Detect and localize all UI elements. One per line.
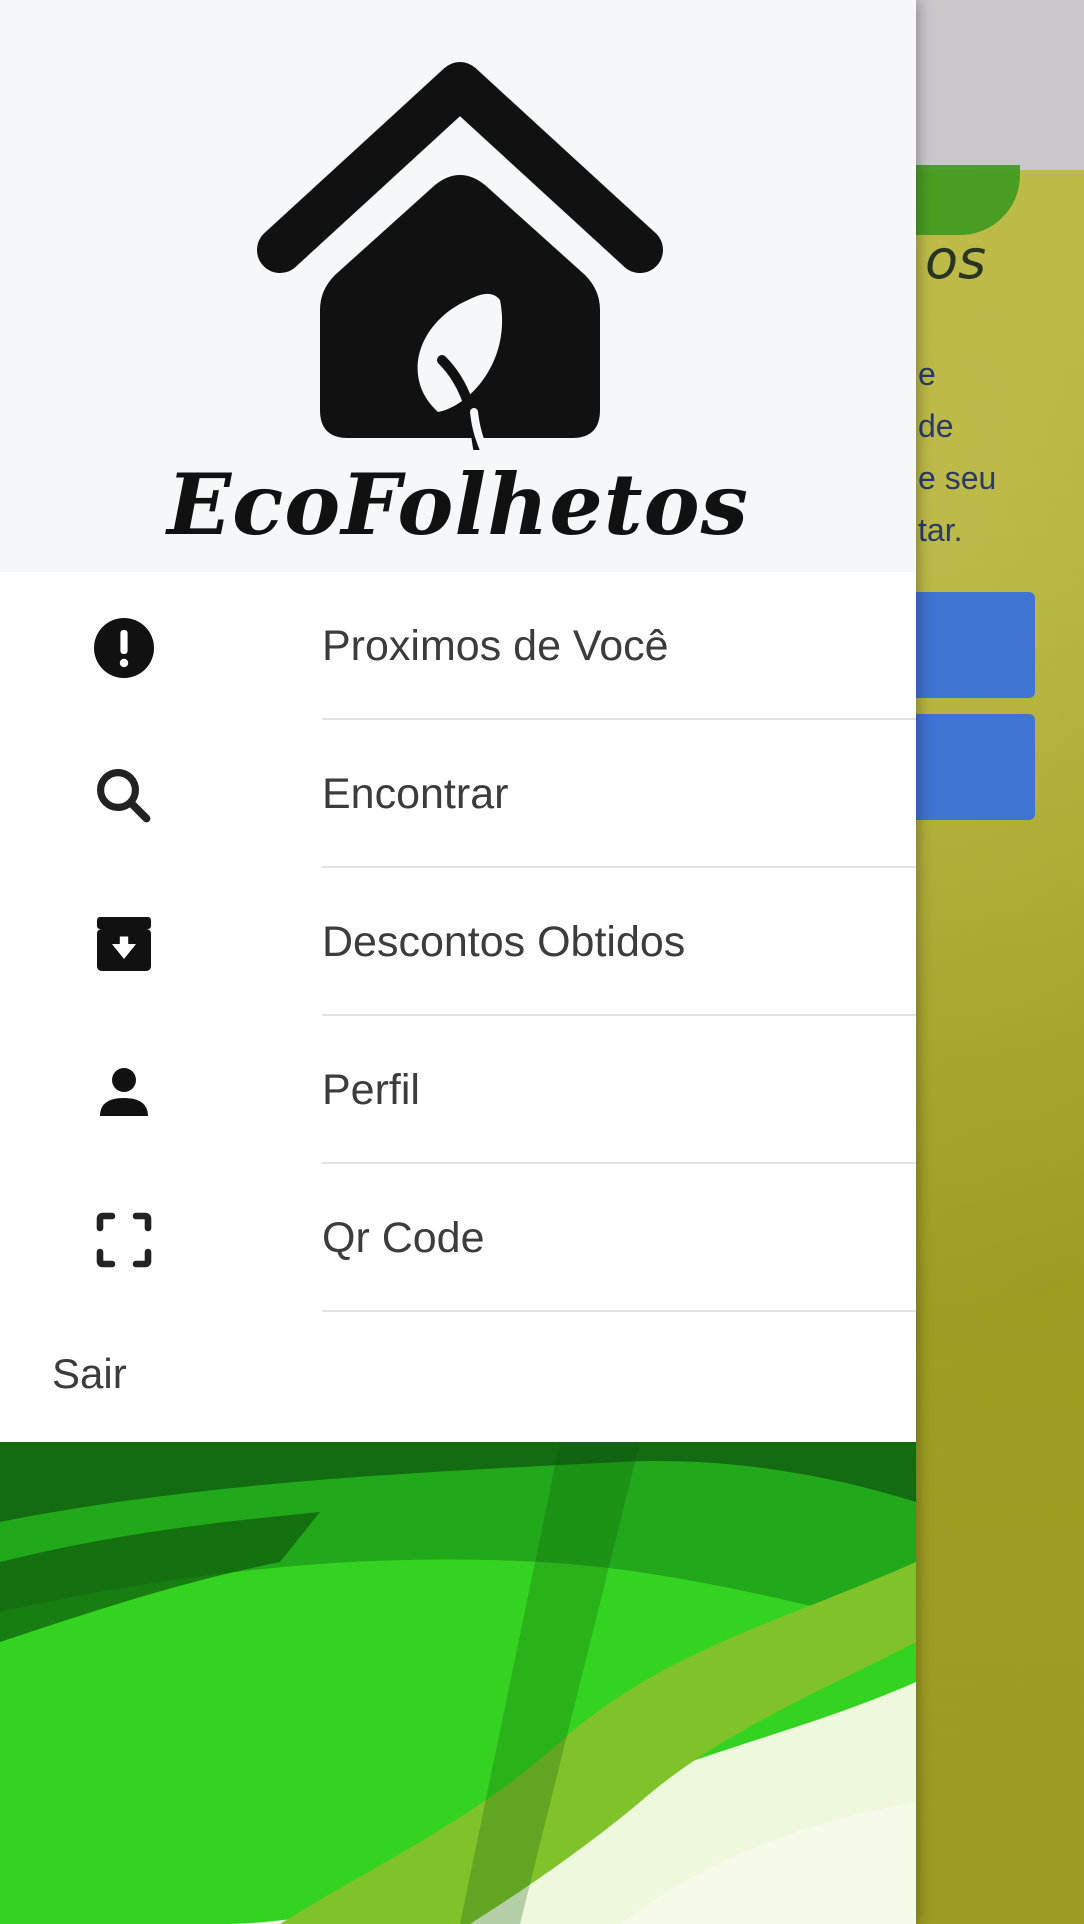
leaf-background-icon (0, 1442, 916, 1924)
background-primary-button[interactable] (905, 592, 1035, 698)
background-heading: os (925, 228, 987, 291)
drawer-menu: Proximos de Você Encontrar Descontos Obt… (0, 572, 916, 1312)
menu-item-perfil[interactable]: Perfil (0, 1016, 916, 1164)
menu-item-label: Perfil (322, 1066, 420, 1114)
menu-item-label: Qr Code (322, 1214, 485, 1262)
search-icon (88, 760, 160, 832)
background-body-line: tar. (918, 512, 963, 548)
person-icon (88, 1056, 160, 1128)
menu-item-label: Descontos Obtidos (322, 918, 686, 966)
menu-item-qr-code[interactable]: Qr Code (0, 1164, 916, 1312)
scan-frame-icon (88, 1204, 160, 1276)
background-body-line: e seu (918, 460, 997, 496)
background-secondary-button[interactable] (905, 714, 1035, 820)
navigation-drawer: EcoFolhetos Proximos de Você Encontrar D… (0, 0, 916, 1924)
background-body-line: e (918, 356, 936, 392)
alert-circle-icon (88, 612, 160, 684)
background-body-line: de (918, 408, 954, 444)
house-leaf-logo-icon (257, 62, 663, 450)
menu-item-descontos-obtidos[interactable]: Descontos Obtidos (0, 868, 916, 1016)
menu-item-proximos[interactable]: Proximos de Você (0, 572, 916, 720)
drawer-header: EcoFolhetos (0, 0, 916, 572)
screen: os e de e seu tar. EcoFolhetos Proximos … (0, 0, 1084, 1924)
background-body-text: e de e seu tar. (918, 348, 996, 556)
menu-item-encontrar[interactable]: Encontrar (0, 720, 916, 868)
logout-label: Sair (52, 1350, 127, 1397)
menu-item-label: Encontrar (322, 770, 509, 818)
logout-button[interactable]: Sair (0, 1312, 916, 1442)
brand-logo-text: EcoFolhetos (167, 455, 749, 554)
menu-item-label: Proximos de Você (322, 622, 669, 670)
archive-download-icon (88, 908, 160, 980)
drawer-footer-leaf-graphic (0, 1442, 916, 1924)
